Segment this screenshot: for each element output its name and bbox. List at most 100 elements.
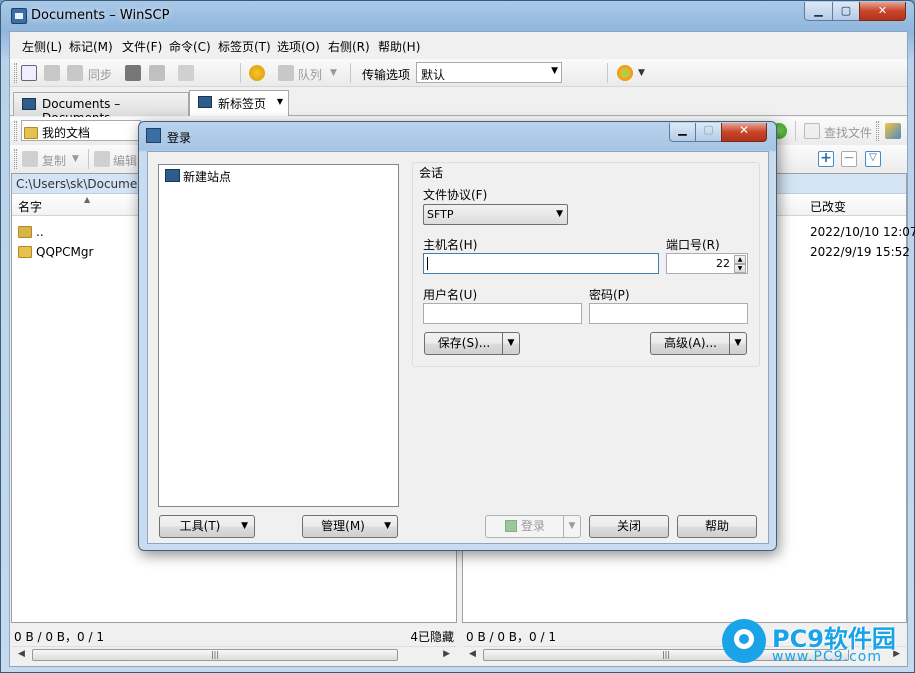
title-bar[interactable]: Documents – WinSCP ▁ ▢ ✕ (1, 1, 915, 31)
new-session-icon (198, 96, 212, 108)
add-icon[interactable]: + (818, 151, 834, 167)
column-changed[interactable]: 已改变 (810, 198, 846, 215)
protocol-select[interactable]: SFTP ▼ (423, 204, 568, 225)
column-name[interactable]: 名字 (18, 198, 42, 215)
chevron-down-icon: ▼ (384, 521, 391, 531)
menu-help[interactable]: 帮助(H) (378, 38, 420, 55)
scroll-thumb[interactable]: ||| (32, 649, 398, 661)
compare-dirs-icon[interactable] (21, 65, 37, 81)
spin-up-icon[interactable]: ▲ (734, 255, 746, 264)
queue-icon[interactable] (278, 65, 294, 81)
advanced-button-label: 高级(A)... (663, 336, 718, 350)
manage-button[interactable]: 管理(M) ▼ (302, 515, 398, 538)
menu-right[interactable]: 右侧(R) (328, 38, 370, 55)
copy-icon[interactable] (22, 151, 38, 167)
find-files-label[interactable]: 查找文件 (824, 124, 872, 141)
chevron-down-icon[interactable]: ▼ (277, 97, 283, 106)
host-input[interactable] (423, 253, 659, 274)
menu-left[interactable]: 左侧(L) (22, 38, 62, 55)
menu-tabs[interactable]: 标签页(T) (218, 38, 271, 55)
save-dropdown-icon[interactable]: ▼ (502, 333, 519, 354)
tab-new[interactable]: 新标签页 ▼ (189, 90, 289, 116)
transfer-settings-combo[interactable]: 默认 ▼ (416, 62, 562, 83)
scroll-right-icon[interactable]: ▶ (443, 649, 450, 659)
dialog-close-button[interactable]: ✕ (721, 123, 767, 142)
sync-mode-icon[interactable] (617, 65, 633, 81)
find-files-icon[interactable] (804, 123, 820, 139)
close-button[interactable]: ✕ (859, 2, 906, 21)
scroll-left-icon[interactable]: ◀ (469, 649, 476, 659)
tab-label: 新标签页 (218, 97, 267, 111)
login-dialog-icon (146, 128, 161, 143)
login-button[interactable]: 登录 ▼ (485, 515, 581, 538)
left-selection-status: 0 B / 0 B，0 / 1 (14, 630, 104, 644)
edit-icon[interactable] (94, 151, 110, 167)
session-icon (22, 98, 36, 110)
site-tree[interactable]: 新建站点 (158, 164, 399, 507)
copy-label[interactable]: 复制 (42, 152, 66, 169)
gear-icon[interactable] (249, 65, 265, 81)
menu-options[interactable]: 选项(O) (277, 38, 320, 55)
dialog-close-action-button[interactable]: 关闭 (589, 515, 669, 538)
dialog-body: 新建站点 工具(T) ▼ 管理(M) ▼ 会话 文件协议(F) SFTP ▼ 主… (147, 151, 769, 544)
tree-icon[interactable] (885, 123, 901, 139)
toolbar-grip[interactable] (876, 121, 879, 141)
spin-down-icon[interactable]: ▼ (734, 264, 746, 273)
host-label: 主机名(H) (423, 238, 478, 252)
port-input[interactable]: 22 ▲ ▼ (666, 253, 748, 274)
remove-icon[interactable]: − (841, 151, 857, 167)
advanced-button[interactable]: 高级(A)... ▼ (650, 332, 747, 355)
port-value: 22 (716, 257, 730, 270)
tools-button[interactable]: 工具(T) ▼ (159, 515, 255, 538)
password-input[interactable] (589, 303, 748, 324)
tab-documents[interactable]: Documents – Documents (13, 92, 189, 125)
new-site-icon (165, 169, 180, 182)
sync-browse-icon[interactable] (44, 65, 60, 81)
console-icon[interactable] (125, 65, 141, 81)
hidden-count[interactable]: 4已隐藏 (410, 628, 454, 645)
sync-mode-dropdown-icon[interactable]: ▼ (638, 68, 645, 78)
list-item[interactable]: QQPCMgr (18, 245, 93, 259)
login-button-label: 登录 (520, 519, 545, 533)
preferences-refresh-icon[interactable] (178, 65, 194, 81)
scroll-left-icon[interactable]: ◀ (18, 649, 25, 659)
window-title: Documents – WinSCP (31, 8, 170, 23)
list-item[interactable]: 2022/10/10 12:07 (810, 225, 915, 239)
location-combo[interactable]: 我的文档 (21, 120, 141, 141)
username-input[interactable] (423, 303, 582, 324)
chevron-down-icon: ▼ (241, 521, 248, 531)
menu-command[interactable]: 命令(C) (169, 38, 211, 55)
menu-file[interactable]: 文件(F) (122, 38, 162, 55)
toolbar-grip[interactable] (14, 149, 17, 169)
left-horizontal-scrollbar[interactable]: ◀ ||| ▶ (12, 646, 456, 663)
file-name: .. (36, 225, 44, 239)
maximize-button[interactable]: ▢ (832, 2, 860, 21)
help-button[interactable]: 帮助 (677, 515, 757, 538)
toolbar-grip[interactable] (14, 63, 17, 83)
login-dialog: 登录 ▁ ▢ ✕ 新建站点 工具(T) ▼ 管理(M) ▼ 会话 文件协议(F)… (138, 121, 777, 551)
putty-icon[interactable] (149, 65, 165, 81)
save-button[interactable]: 保存(S)... ▼ (424, 332, 520, 355)
list-item[interactable]: .. (18, 225, 44, 239)
list-item[interactable]: 2022/9/19 15:52 (810, 245, 910, 259)
queue-dropdown-icon[interactable]: ▼ (330, 68, 337, 78)
minimize-button[interactable]: ▁ (804, 2, 833, 21)
filter-icon[interactable]: ▽ (865, 151, 881, 167)
chevron-down-icon: ▼ (551, 66, 558, 76)
sync-icon[interactable] (67, 65, 83, 81)
save-button-label: 保存(S)... (437, 336, 491, 350)
toolbar-grip[interactable] (14, 121, 17, 141)
copy-dropdown-icon[interactable]: ▼ (72, 154, 79, 164)
watermark-logo-icon (722, 619, 766, 663)
login-dropdown-icon[interactable]: ▼ (563, 516, 580, 537)
site-item-new[interactable]: 新建站点 (183, 168, 231, 185)
protocol-value: SFTP (427, 208, 454, 221)
sync-label[interactable]: 同步 (88, 66, 112, 83)
edit-label[interactable]: 编辑 (113, 152, 137, 169)
dialog-minimize-button[interactable]: ▁ (669, 123, 696, 142)
session-tabs: Documents – Documents 新标签页 ▼ (10, 90, 907, 125)
watermark: PC9软件园 www.PC9.com (720, 617, 910, 669)
menu-mark[interactable]: 标记(M) (69, 38, 113, 55)
advanced-dropdown-icon[interactable]: ▼ (729, 333, 746, 354)
queue-label[interactable]: 队列 (298, 66, 322, 83)
